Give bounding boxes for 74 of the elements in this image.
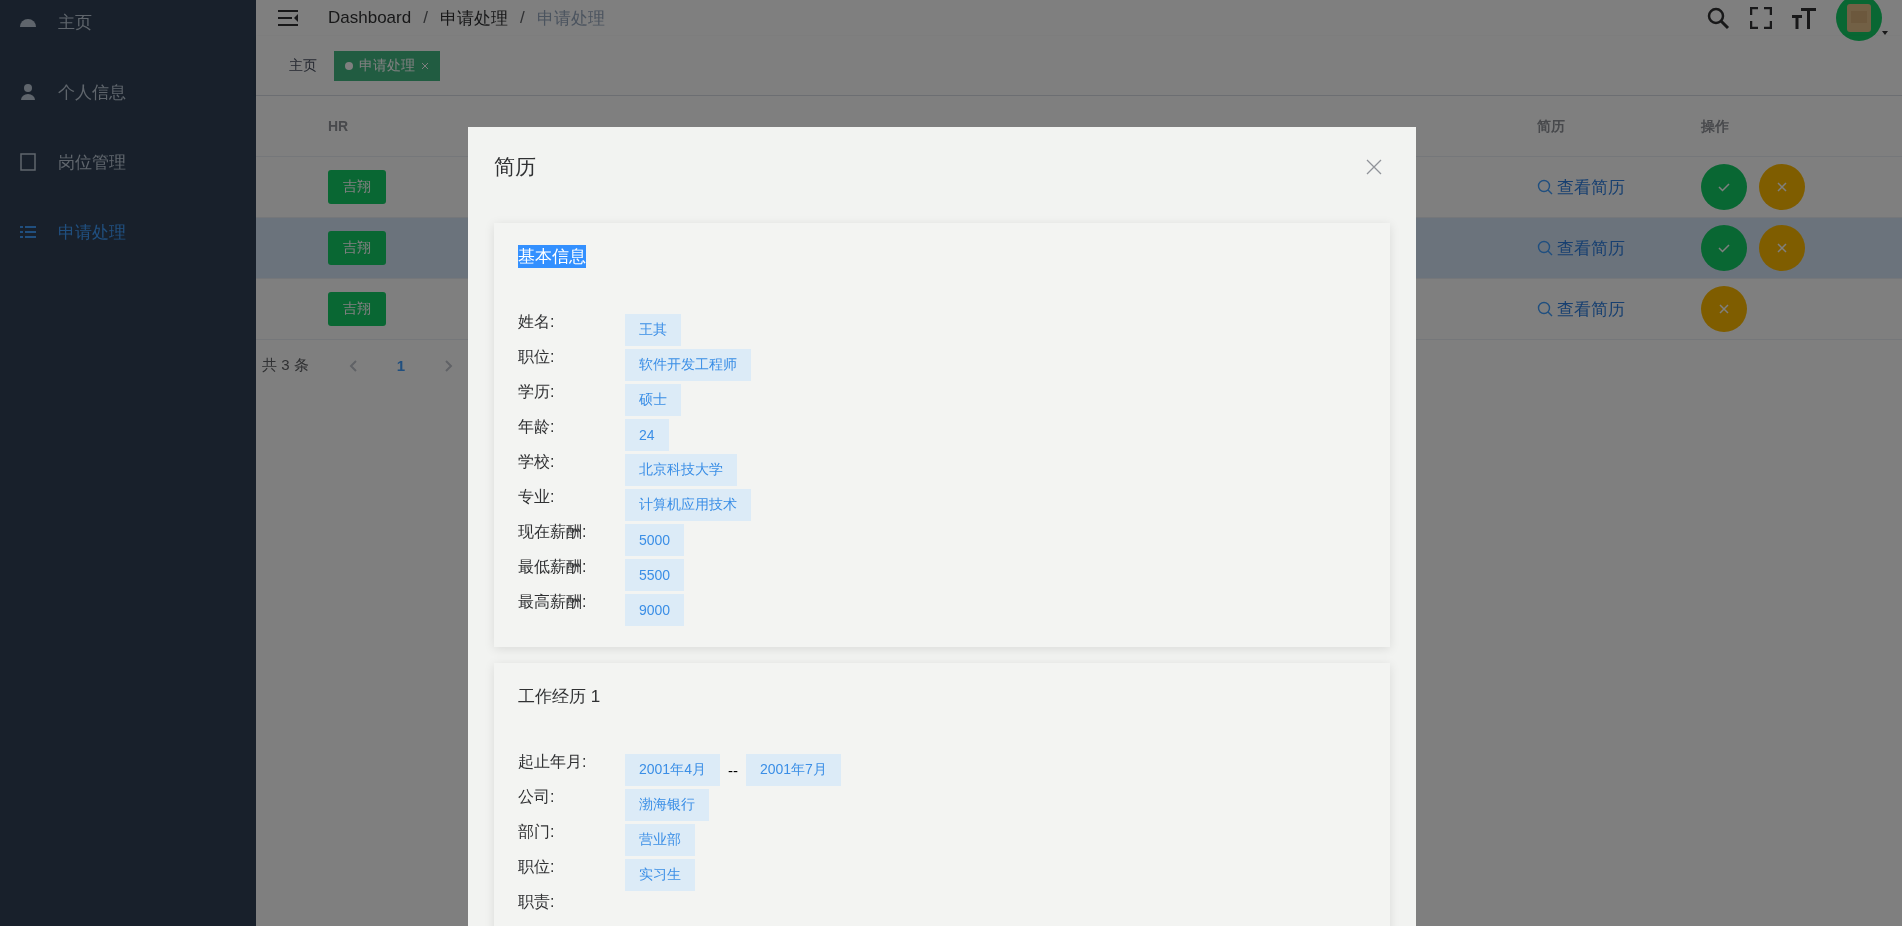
field-label: 年龄: <box>518 417 556 437</box>
check-icon <box>1717 180 1731 194</box>
avatar-icon[interactable] <box>1836 0 1888 41</box>
field-value: 9000 <box>625 594 685 626</box>
sidebar-item[interactable]: 主页 <box>0 0 256 57</box>
field-value: 营业部 <box>625 824 695 856</box>
page-number[interactable]: 1 <box>396 357 406 374</box>
section-title: 基本信息 <box>518 245 586 268</box>
range-separator: -- <box>726 761 739 779</box>
close-icon <box>1776 242 1788 254</box>
field-value: 渤海银行 <box>625 789 709 821</box>
field-label: 现在薪酬: <box>518 522 588 542</box>
sidebar-item[interactable]: 岗位管理 <box>0 127 256 197</box>
search-icon <box>1537 179 1553 195</box>
reject-button[interactable] <box>1759 225 1805 271</box>
reject-button[interactable] <box>1701 286 1747 332</box>
sidebar-item[interactable]: 申请处理 <box>0 197 256 267</box>
view-resume-link[interactable]: 查看简历 <box>1537 175 1701 199</box>
sidebar-item[interactable]: 个人信息 <box>0 57 256 127</box>
page-tab[interactable]: 申请处理 <box>334 50 440 81</box>
field-value: 北京科技大学 <box>625 454 737 486</box>
breadcrumb-separator: / <box>423 8 428 28</box>
close-button[interactable] <box>1366 159 1382 175</box>
menu-icon[interactable] <box>278 10 298 26</box>
breadcrumb-separator: / <box>519 8 525 28</box>
field-value: 实习生 <box>625 859 695 891</box>
status-dot <box>345 61 353 70</box>
previous-page-icon[interactable] <box>348 359 357 372</box>
field-value: 计算机应用技术 <box>625 489 751 521</box>
view-resume-link[interactable]: 查看简历 <box>1537 236 1701 260</box>
field-label: 学校: <box>518 452 556 472</box>
close-icon[interactable] <box>421 61 429 70</box>
breadcrumb-item[interactable]: Dashboard <box>328 8 412 28</box>
total-count: 共 3 条 <box>262 356 309 375</box>
approve-button[interactable] <box>1701 225 1747 271</box>
close-icon <box>1776 181 1788 193</box>
field-label: 学历: <box>518 382 556 402</box>
hr-button[interactable]: 吉翔 <box>328 170 386 204</box>
breadcrumb-item[interactable]: 申请处理 <box>439 6 508 30</box>
hr-button[interactable]: 吉翔 <box>328 292 386 326</box>
field-value: 5000 <box>625 524 685 556</box>
field-value: 软件开发工程师 <box>625 349 751 381</box>
field-label: 职位: <box>518 347 556 367</box>
search-icon <box>1537 240 1553 256</box>
search-icon[interactable] <box>1706 6 1730 30</box>
close-icon <box>1718 303 1730 315</box>
view-resume-link[interactable]: 查看简历 <box>1537 297 1701 321</box>
field-label: 最低薪酬: <box>518 557 588 577</box>
field-value: 2001年7月 <box>745 754 841 786</box>
hr-button[interactable]: 吉翔 <box>328 231 386 265</box>
field-label: 部门: <box>518 822 556 842</box>
field-label: 专业: <box>518 487 556 507</box>
field-value: 5500 <box>625 559 685 591</box>
field-label: 姓名: <box>518 312 556 332</box>
user-icon <box>18 82 38 102</box>
field-value: 王其 <box>625 314 681 346</box>
field-label: 最高薪酬: <box>518 592 588 612</box>
field-value: 2001年4月 <box>625 754 720 786</box>
section-title: 工作经历 1 <box>518 686 601 708</box>
field-label: 职位: <box>518 857 556 877</box>
field-value: 24 <box>625 419 669 451</box>
dialog-title: 简历 <box>494 154 536 180</box>
approve-button[interactable] <box>1701 164 1747 210</box>
field-label: 起止年月: <box>518 752 588 772</box>
field-value: 硕士 <box>625 384 681 416</box>
field-label: 公司: <box>518 787 556 807</box>
document-icon <box>18 152 38 172</box>
next-page-icon[interactable] <box>445 359 454 372</box>
fullscreen-icon[interactable] <box>1750 7 1772 29</box>
field-label: 职责: <box>518 892 556 912</box>
reject-button[interactable] <box>1759 164 1805 210</box>
check-icon <box>1717 241 1731 255</box>
search-icon <box>1537 301 1553 317</box>
text-size-icon[interactable] <box>1792 7 1816 29</box>
